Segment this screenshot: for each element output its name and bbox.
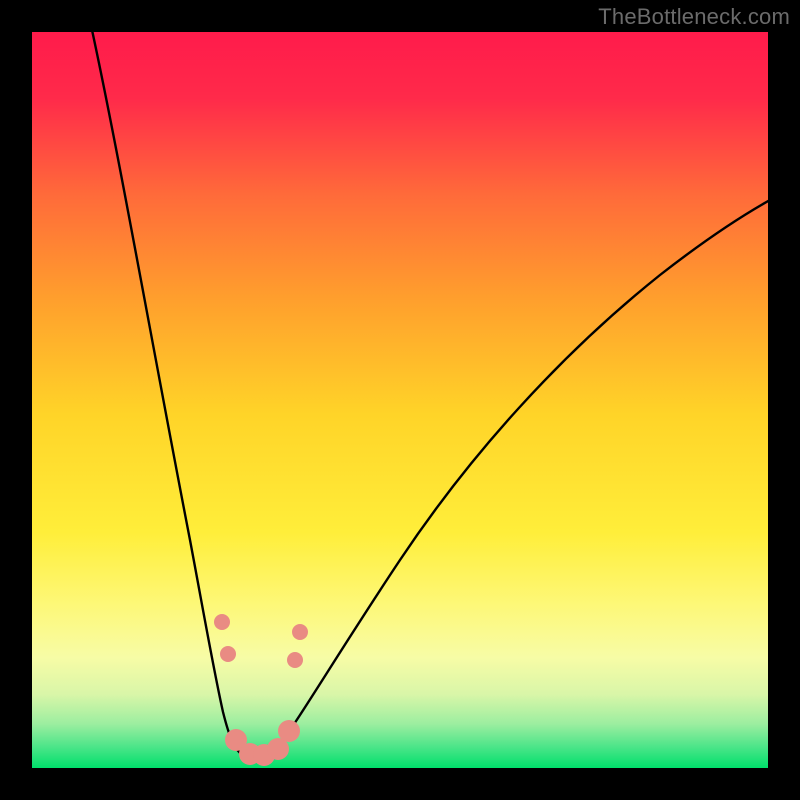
marker-dot xyxy=(287,652,303,668)
bottleneck-chart xyxy=(0,0,800,800)
marker-dot xyxy=(220,646,236,662)
marker-dot xyxy=(278,720,300,742)
marker-dot xyxy=(292,624,308,640)
marker-dot xyxy=(214,614,230,630)
watermark-text: TheBottleneck.com xyxy=(598,4,790,30)
chart-gradient-background xyxy=(32,32,768,768)
chart-frame: TheBottleneck.com xyxy=(0,0,800,800)
